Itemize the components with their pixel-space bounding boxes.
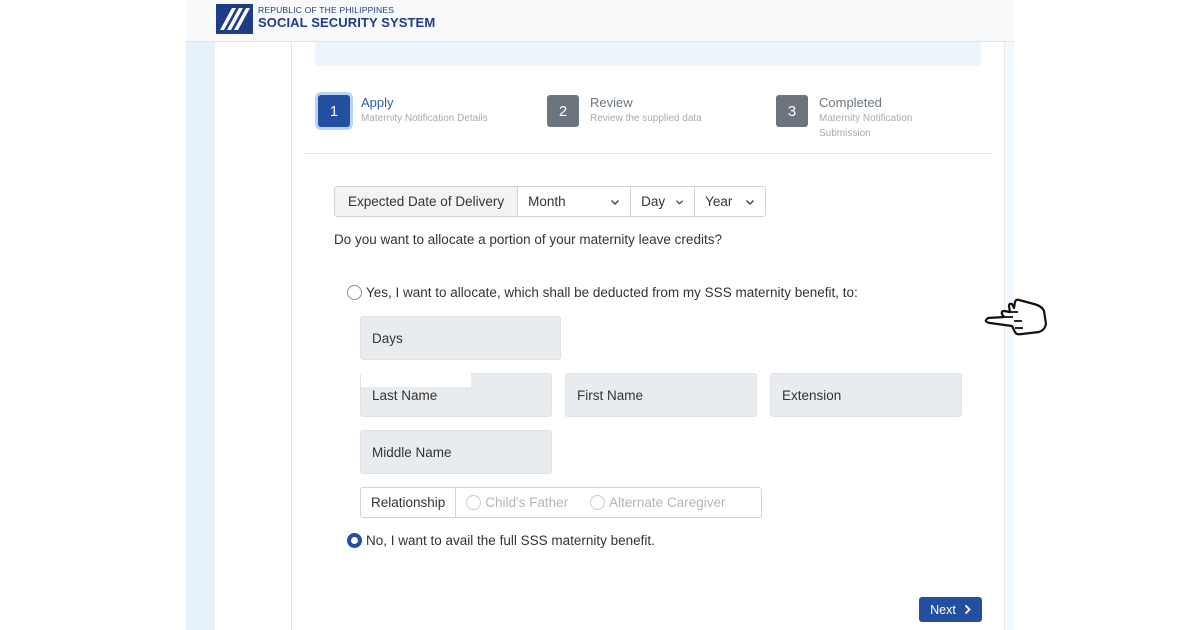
step-subtitle: Maternity Notification Details — [361, 113, 488, 124]
relationship-group: Relationship Child's Father Alternate Ca… — [360, 487, 762, 518]
expected-delivery-label: Expected Date of Delivery — [335, 187, 519, 216]
expected-delivery-group: Expected Date of Delivery Month Day Year — [334, 186, 767, 217]
left-pane — [215, 42, 291, 630]
relationship-label: Relationship — [361, 488, 457, 517]
relationship-option-caregiver[interactable]: Alternate Caregiver — [590, 488, 725, 517]
father-radio[interactable] — [466, 495, 482, 510]
sss-logo-icon — [216, 4, 253, 34]
last-name-field[interactable]: Last Name — [360, 373, 552, 417]
steps-divider — [304, 153, 992, 154]
allocation-question: Do you want to allocate a portion of you… — [334, 232, 722, 247]
relationship-option-father[interactable]: Child's Father — [466, 488, 568, 517]
allocate-yes-radio[interactable] — [347, 285, 362, 300]
step-subtitle: Maternity Notification Submission — [819, 113, 913, 139]
days-field-placeholder: Days — [372, 330, 403, 346]
allocate-yes-option[interactable]: Yes, I want to allocate, which shall be … — [347, 285, 858, 300]
days-field[interactable]: Days — [360, 316, 561, 360]
left-strip — [186, 0, 215, 630]
brand-subtitle: REPUBLIC OF THE PHILIPPINES — [258, 5, 395, 15]
first-name-placeholder: First Name — [577, 387, 644, 403]
allocate-yes-label: Yes, I want to allocate, which shall be … — [366, 285, 858, 300]
step-number: 1 — [318, 95, 350, 127]
caregiver-radio[interactable] — [590, 495, 606, 510]
chevron-down-icon — [675, 199, 684, 205]
allocate-no-label: No, I want to avail the full SSS materni… — [366, 533, 655, 548]
chevron-right-icon — [964, 604, 971, 615]
month-select[interactable]: Month — [518, 187, 632, 216]
brand-title: SOCIAL SECURITY SYSTEM — [258, 15, 436, 30]
chevron-down-icon — [611, 199, 620, 205]
extension-placeholder: Extension — [782, 387, 842, 403]
next-button-label: Next — [930, 602, 956, 617]
extension-field[interactable]: Extension — [770, 373, 962, 417]
middle-name-placeholder: Middle Name — [372, 444, 452, 460]
next-button[interactable]: Next — [919, 597, 982, 622]
chevron-down-icon — [746, 199, 755, 205]
caregiver-option-label: Alternate Caregiver — [609, 495, 726, 510]
day-select-value: Day — [641, 194, 666, 209]
step-number: 3 — [776, 95, 808, 127]
field-notch — [361, 373, 471, 387]
step-number: 2 — [547, 95, 579, 127]
allocate-no-radio[interactable] — [347, 533, 362, 548]
step-subtitle: Review the supplied data — [590, 113, 702, 124]
middle-name-field[interactable]: Middle Name — [360, 430, 552, 474]
step-title: Completed — [819, 95, 882, 110]
father-option-label: Child's Father — [485, 495, 569, 510]
month-select-value: Month — [528, 194, 566, 209]
day-select[interactable]: Day — [631, 187, 696, 216]
step-title: Review — [590, 95, 633, 110]
year-select-value: Year — [705, 194, 733, 209]
first-name-field[interactable]: First Name — [565, 373, 757, 417]
step-title: Apply — [361, 95, 394, 110]
allocate-no-option[interactable]: No, I want to avail the full SSS materni… — [347, 533, 655, 548]
pointing-hand-icon — [984, 298, 1048, 336]
last-name-placeholder: Last Name — [372, 387, 438, 403]
site-header: REPUBLIC OF THE PHILIPPINES SOCIAL SECUR… — [186, 0, 1014, 42]
notice-bar — [315, 42, 981, 66]
year-select[interactable]: Year — [695, 187, 766, 216]
